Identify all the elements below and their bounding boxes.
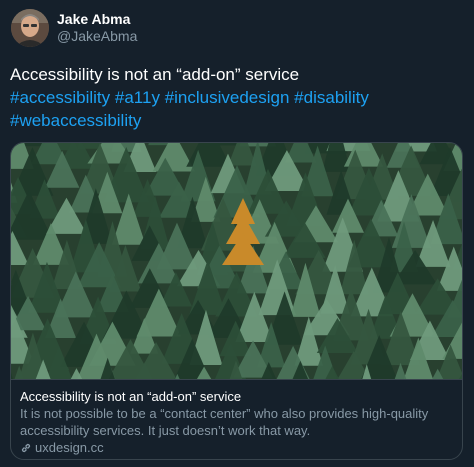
tweet-text: Accessibility is not an “add-on” service… bbox=[10, 63, 460, 132]
author-names: Jake Abma @JakeAbma bbox=[57, 11, 137, 45]
hashtag-link[interactable]: #webaccessibility bbox=[10, 111, 141, 130]
user-avatar-icon bbox=[11, 9, 49, 47]
card-image[interactable] bbox=[11, 143, 462, 419]
avatar[interactable] bbox=[11, 9, 49, 47]
pine-forest-photo-icon bbox=[11, 143, 462, 419]
hashtag-link[interactable]: #inclusivedesign bbox=[165, 88, 290, 107]
hashtag-list: #accessibility #a11y #inclusivedesign #d… bbox=[10, 86, 460, 132]
hashtag-link[interactable]: #accessibility bbox=[10, 88, 110, 107]
user-handle[interactable]: @JakeAbma bbox=[57, 28, 137, 45]
link-icon bbox=[21, 443, 31, 452]
card-domain: uxdesign.cc bbox=[35, 440, 104, 455]
hashtag-link[interactable]: #disability bbox=[294, 88, 369, 107]
card-description: It is not possible to be a “contact cent… bbox=[20, 406, 429, 438]
tweet: Jake Abma @JakeAbma Accessibility is not… bbox=[0, 0, 474, 467]
tweet-body: Accessibility is not an “add-on” service bbox=[10, 65, 300, 84]
display-name[interactable]: Jake Abma bbox=[57, 11, 137, 28]
card-body[interactable]: Accessibility is not an “add-on” service… bbox=[11, 379, 462, 459]
tweet-header: Jake Abma @JakeAbma bbox=[11, 9, 137, 47]
card-title: Accessibility is not an “add-on” service bbox=[20, 389, 242, 404]
card-domain-row: uxdesign.cc bbox=[20, 439, 453, 456]
hashtag-link[interactable]: #a11y bbox=[115, 88, 160, 107]
link-preview-card[interactable]: Accessibility is not an “add-on” service… bbox=[10, 142, 463, 460]
